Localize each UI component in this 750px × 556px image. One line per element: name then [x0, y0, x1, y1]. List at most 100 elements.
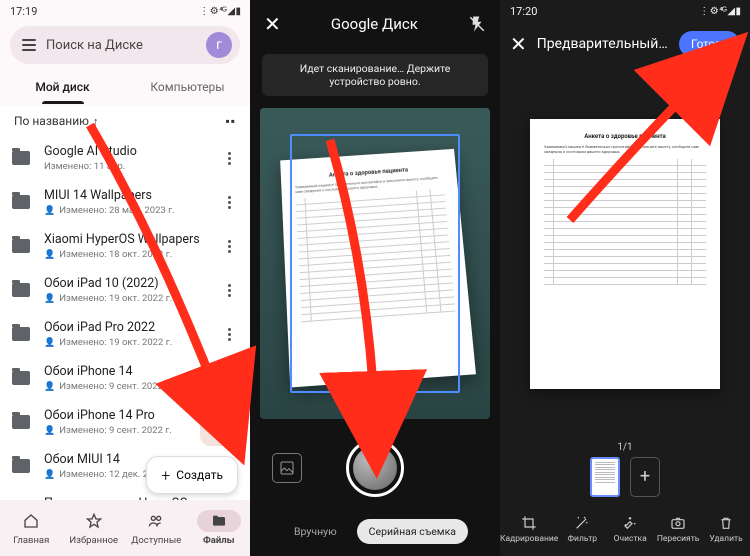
folder-icon: [12, 327, 30, 341]
search-placeholder: Поиск на Диске: [46, 38, 196, 53]
file-name: Xiaomi HyperOS Wallpapers: [44, 232, 206, 247]
shared-icon: 👤: [44, 470, 55, 480]
folder-icon: [12, 239, 30, 253]
fab-create[interactable]: + Создать: [146, 456, 238, 494]
nav-shared[interactable]: Доступные: [125, 500, 188, 556]
home-icon: [23, 513, 39, 529]
tab-computers[interactable]: Компьютеры: [125, 70, 250, 104]
drive-tabs: Мой диск Компьютеры: [0, 68, 250, 106]
file-meta: Изменено: 11 апр.: [44, 161, 206, 172]
close-icon[interactable]: ✕: [264, 12, 281, 36]
file-row[interactable]: Обои iPhone 14 👤Изменено: 9 сент. 2022 г.: [0, 356, 250, 400]
star-icon: [86, 513, 102, 529]
shared-icon: 👤: [44, 206, 55, 216]
thumbnail-row: 1/1 +: [500, 436, 750, 502]
avatar[interactable]: г: [206, 32, 232, 58]
file-row[interactable]: Google AI Studio Изменено: 11 апр.: [0, 136, 250, 180]
preview-top-bar: ✕ Предварительный п… Готово: [500, 22, 750, 66]
page-thumbnail[interactable]: [590, 457, 620, 497]
status-time: 17:20: [510, 5, 537, 18]
nav-home[interactable]: Главная: [0, 500, 63, 556]
more-icon[interactable]: [220, 196, 238, 209]
edit-filter[interactable]: Фильтр: [558, 502, 606, 556]
edit-crop[interactable]: Кадрирование: [500, 502, 558, 556]
close-icon[interactable]: ✕: [510, 32, 527, 56]
gallery-button[interactable]: [272, 453, 302, 483]
add-page-button[interactable]: +: [630, 457, 660, 497]
folder-icon: [12, 459, 30, 473]
scanner-title: Google Диск: [331, 15, 418, 33]
folder-icon: [12, 415, 30, 429]
tab-my-drive[interactable]: Мой диск: [0, 70, 125, 104]
edit-toolbar: Кадрирование Фильтр Очистка Пересиять Уд…: [500, 502, 750, 556]
create-label: Создать: [176, 468, 223, 482]
file-name: Обои iPhone 14 Pro: [44, 408, 206, 423]
status-bar: 17:19 ⋮ ⚙ ⁴ᴳ ◢ ▮: [0, 0, 250, 22]
shared-icon: 👤: [44, 382, 55, 392]
more-icon[interactable]: [220, 284, 238, 297]
phone-scanner: ✕ Google Диск Идет сканирование… Держите…: [250, 0, 500, 556]
status-icons: ⋮ ⚙ ⁴ᴳ ◢ ▮: [199, 6, 240, 17]
more-icon[interactable]: [220, 152, 238, 165]
wand-icon: [574, 515, 590, 531]
file-name: Обои iPhone 14: [44, 364, 206, 379]
mode-burst[interactable]: Серийная съемка: [357, 519, 468, 544]
sparkle-icon: [622, 515, 638, 531]
nav-files[interactable]: Файлы: [188, 500, 251, 556]
more-icon[interactable]: [220, 372, 238, 385]
bottom-nav: Главная Избранное Доступные Файлы: [0, 500, 250, 556]
fab-camera[interactable]: [200, 408, 238, 446]
file-name: Обои iPad Pro 2022: [44, 320, 206, 335]
camera-icon: [670, 515, 686, 531]
capture-row: [250, 423, 500, 513]
more-icon[interactable]: [220, 328, 238, 341]
nav-starred[interactable]: Избранное: [63, 500, 126, 556]
file-meta: 👤Изменено: 9 сент. 2022 г.: [44, 381, 206, 392]
file-row[interactable]: MIUI 14 Wallpapers👤Изменено: 28 мар. 202…: [0, 180, 250, 224]
page-indicator: 1/1: [617, 442, 632, 453]
document-preview: Анкета о здоровье пациента Уважаемый пац…: [280, 148, 476, 387]
folder-icon: [12, 283, 30, 297]
shared-icon: 👤: [44, 294, 55, 304]
done-button[interactable]: Готово: [679, 31, 740, 57]
file-row[interactable]: Обои iPad 10 (2022) 👤Изменено: 19 окт. 20…: [0, 268, 250, 312]
trash-icon: [718, 515, 734, 531]
status-icons: ⋮ ⚙ ⁴ᴳ ◢ ▮: [699, 6, 740, 17]
file-meta: 👤Изменено: 18 окт. 2023 г.: [44, 249, 206, 260]
edit-rescan[interactable]: Пересиять: [654, 502, 702, 556]
mode-manual[interactable]: Вручную: [282, 519, 349, 544]
file-row[interactable]: Xiaomi HyperOS Wallpapers 👤Изменено: 18 о…: [0, 224, 250, 268]
sort-row: По названию↑ ▪▪: [0, 106, 250, 136]
preview-title: Предварительный п…: [537, 36, 669, 52]
preview-area: Анкета о здоровье пациента Уважаемый пац…: [500, 66, 750, 436]
scanning-toast: Идет сканирование… Держите устройство ро…: [262, 54, 488, 96]
viewfinder: Анкета о здоровье пациента Уважаемый пац…: [260, 108, 490, 419]
hamburger-icon[interactable]: [22, 39, 36, 51]
sort-button[interactable]: По названию↑: [14, 114, 98, 128]
file-name: Google AI Studio: [44, 144, 206, 159]
shutter-button[interactable]: [346, 439, 404, 497]
folder-icon: [211, 513, 227, 529]
folder-icon: [12, 371, 30, 385]
file-meta: 👤Изменено: 19 окт. 2022 г.: [44, 293, 206, 304]
shared-icon: [148, 513, 164, 529]
more-icon[interactable]: [220, 240, 238, 253]
folder-icon: [12, 151, 30, 165]
shutter-icon: [353, 446, 397, 490]
shared-icon: 👤: [44, 426, 55, 436]
scanner-top-bar: ✕ Google Диск: [250, 0, 500, 48]
folder-icon: [12, 195, 30, 209]
view-grid-icon[interactable]: ▪▪: [225, 114, 236, 128]
search-bar[interactable]: Поиск на Диске г: [10, 26, 240, 64]
file-name: Обои iPad 10 (2022): [44, 276, 206, 291]
file-meta: 👤Изменено: 19 окт. 2022 г.: [44, 337, 206, 348]
phone-preview: 17:20 ⋮ ⚙ ⁴ᴳ ◢ ▮ ✕ Предварительный п… Го…: [500, 0, 750, 556]
edit-clean[interactable]: Очистка: [606, 502, 654, 556]
plus-icon: +: [161, 466, 170, 485]
edit-delete[interactable]: Удалить: [702, 502, 750, 556]
status-bar: 17:20 ⋮ ⚙ ⁴ᴳ ◢ ▮: [500, 0, 750, 22]
shared-icon: 👤: [44, 250, 55, 260]
flash-off-icon[interactable]: [468, 15, 486, 33]
file-meta: 👤Изменено: 28 мар. 2023 г.: [44, 205, 206, 216]
file-row[interactable]: Обои iPad Pro 2022 👤Изменено: 19 окт. 202…: [0, 312, 250, 356]
